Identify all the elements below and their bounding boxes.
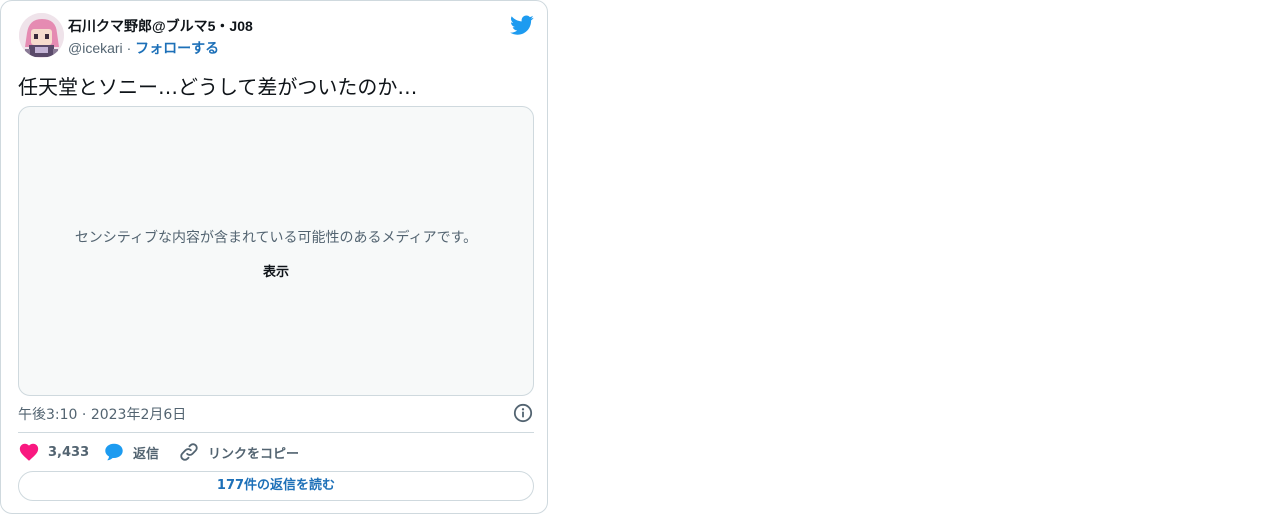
author-display-name[interactable]: 石川クマ野郎@ブルマ5・J08: [68, 18, 253, 34]
info-icon[interactable]: [513, 403, 533, 423]
sensitive-media-container: センシティブな内容が含まれている可能性のあるメディアです。 表示: [18, 106, 534, 396]
reply-button[interactable]: 返信: [103, 441, 159, 463]
tweet-text: 任天堂とソニー…どうして差がついたのか…: [18, 75, 418, 99]
author-name-row: 石川クマ野郎@ブルマ5・J08: [68, 16, 253, 36]
sensitive-media-message: センシティブな内容が含まれている可能性のあるメディアです。: [74, 230, 478, 246]
show-media-button[interactable]: 表示: [19, 261, 533, 280]
heart-icon: [18, 441, 40, 463]
like-button[interactable]: 3,433: [18, 441, 89, 463]
tweet-timestamp[interactable]: 午後3:10 · 2023年2月6日: [18, 404, 186, 424]
tweet-date: 2023年2月6日: [90, 407, 187, 423]
link-icon: [178, 441, 200, 463]
author-handle[interactable]: @icekari: [68, 40, 123, 56]
twitter-bird-icon[interactable]: [510, 15, 534, 36]
reply-bubble-icon: [103, 441, 125, 463]
author-handle-row: @icekari · フォローする: [68, 38, 219, 58]
avatar[interactable]: [19, 13, 64, 58]
handle-separator: ·: [126, 40, 132, 56]
reply-label: 返信: [133, 446, 160, 462]
tweet-embed-card: 石川クマ野郎@ブルマ5・J08 @icekari · フォローする 任天堂とソニ…: [0, 0, 548, 514]
timestamp-separator: ·: [81, 407, 87, 423]
divider: [18, 432, 534, 433]
like-count: 3,433: [48, 444, 90, 460]
read-replies-button[interactable]: 177件の返信を読む: [18, 471, 534, 501]
follow-link[interactable]: フォローする: [135, 40, 219, 56]
copy-link-label: リンクをコピー: [208, 446, 300, 462]
copy-link-button[interactable]: リンクをコピー: [178, 441, 299, 463]
tweet-time: 午後3:10: [18, 407, 78, 423]
